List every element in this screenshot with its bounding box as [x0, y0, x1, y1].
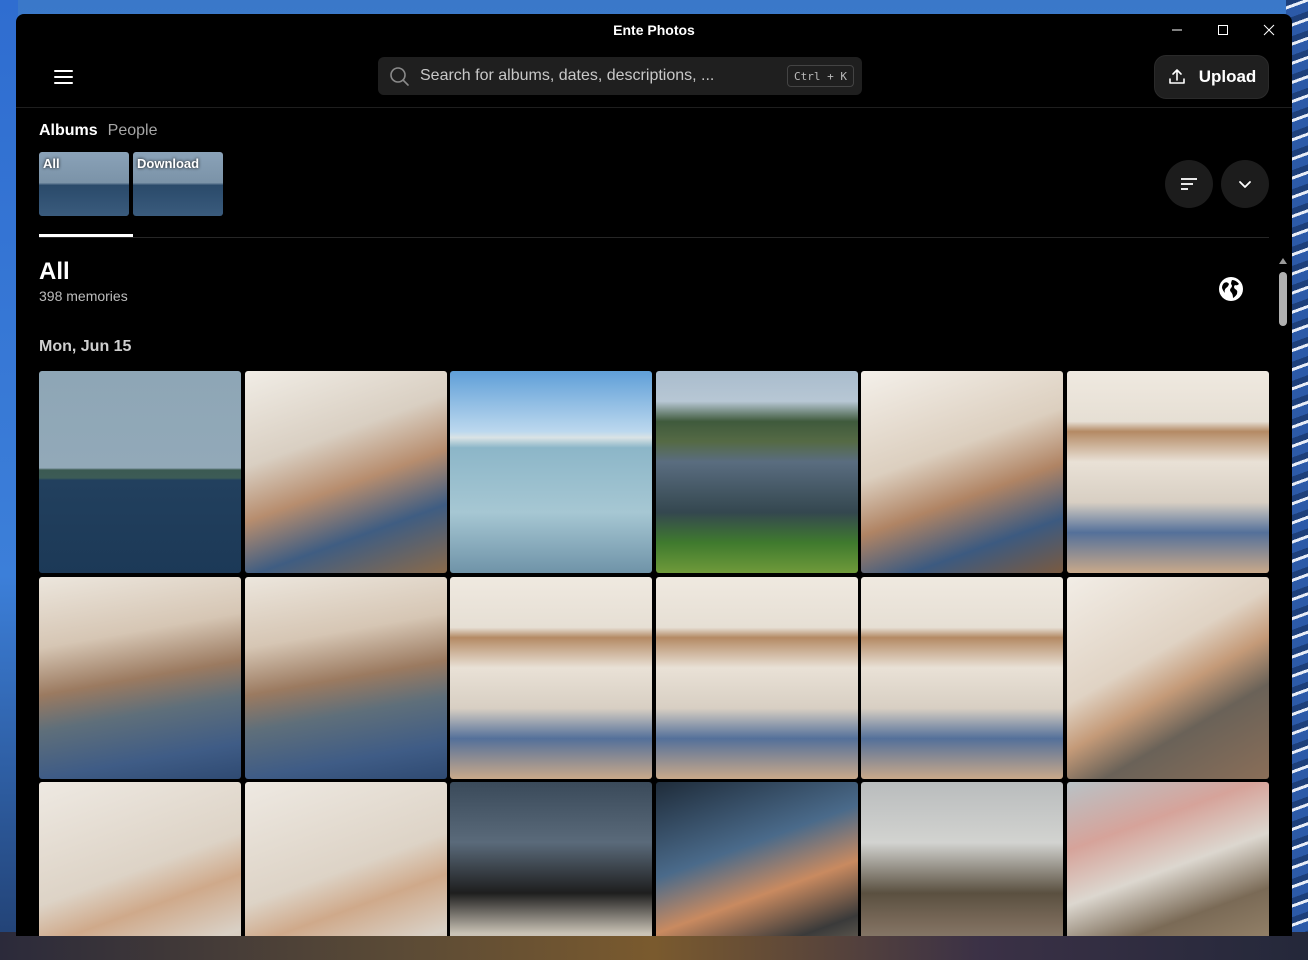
scroll-up-arrow[interactable]	[1279, 258, 1287, 264]
album-label: All	[43, 156, 60, 171]
photo-thumbnail[interactable]	[655, 782, 858, 936]
maximize-icon	[1218, 25, 1228, 35]
sort-button[interactable]	[1165, 160, 1213, 208]
expand-albums-button[interactable]	[1221, 160, 1269, 208]
gallery-header: All 398 memories	[39, 258, 128, 304]
memory-count: 398 memories	[39, 288, 128, 304]
hamburger-menu-icon[interactable]	[50, 66, 76, 88]
tab-people[interactable]: People	[108, 122, 158, 140]
album-bar: All Download	[39, 152, 223, 216]
chevron-down-icon	[1239, 181, 1251, 188]
photo-thumbnail[interactable]	[450, 371, 653, 573]
photo-thumbnail[interactable]	[861, 576, 1064, 779]
top-bar: Search for albums, dates, descriptions, …	[16, 46, 1292, 108]
upload-icon	[1168, 69, 1185, 84]
photo-thumbnail[interactable]	[244, 782, 447, 936]
search-shortcut-badge: Ctrl + K	[787, 65, 854, 87]
upload-button[interactable]: Upload	[1154, 55, 1269, 99]
scrollbar[interactable]	[1276, 254, 1290, 936]
album-thumb-download[interactable]: Download	[133, 152, 223, 216]
minimize-icon	[1172, 29, 1182, 31]
album-thumb-all[interactable]: All	[39, 152, 129, 216]
photo-thumbnail[interactable]	[1066, 371, 1269, 573]
search-icon	[390, 67, 409, 86]
section-tabs: Albums People	[39, 122, 158, 140]
desktop-background-bottom	[0, 932, 1308, 960]
title-bar: Ente Photos	[16, 14, 1292, 46]
app-window: Ente Photos Search for albums, dates, de…	[16, 14, 1292, 936]
upload-button-label: Upload	[1198, 67, 1257, 86]
photo-thumbnail[interactable]	[244, 371, 447, 573]
search-bar[interactable]: Search for albums, dates, descriptions, …	[378, 57, 862, 95]
gallery-title: All	[39, 258, 70, 285]
close-icon	[1263, 24, 1275, 36]
globe-icon[interactable]	[1218, 276, 1244, 302]
date-group-header: Mon, Jun 15	[39, 338, 132, 355]
search-input[interactable]: Search for albums, dates, descriptions, …	[420, 67, 714, 85]
close-button[interactable]	[1246, 14, 1292, 46]
photo-thumbnail[interactable]	[244, 576, 447, 779]
photo-thumbnail[interactable]	[39, 576, 241, 779]
photo-thumbnail[interactable]	[655, 576, 858, 779]
photo-thumbnail[interactable]	[861, 782, 1064, 936]
photo-thumbnail[interactable]	[655, 371, 858, 573]
window-controls	[1154, 14, 1292, 46]
photo-thumbnail[interactable]	[450, 576, 653, 779]
scroll-thumb[interactable]	[1279, 272, 1287, 326]
tab-albums[interactable]: Albums	[39, 122, 98, 140]
photo-thumbnail[interactable]	[39, 371, 241, 573]
photo-thumbnail[interactable]	[450, 782, 653, 936]
photo-grid	[39, 371, 1269, 936]
album-label: Download	[137, 156, 200, 171]
minimize-button[interactable]	[1154, 14, 1200, 46]
divider	[39, 237, 1269, 238]
sort-icon	[1181, 178, 1197, 190]
window-title: Ente Photos	[613, 22, 695, 38]
photo-thumbnail[interactable]	[1066, 576, 1269, 779]
photo-thumbnail[interactable]	[39, 782, 241, 936]
photo-thumbnail[interactable]	[1066, 782, 1269, 936]
photo-thumbnail[interactable]	[861, 371, 1064, 573]
maximize-button[interactable]	[1200, 14, 1246, 46]
